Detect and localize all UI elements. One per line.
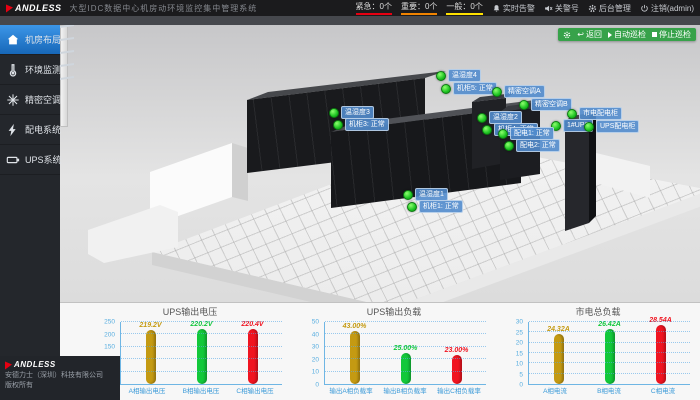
device-label[interactable]: 温湿度4	[436, 69, 481, 82]
thermometer-icon	[6, 63, 20, 77]
device-label[interactable]: 机柜1: 正常	[407, 200, 463, 213]
status-ok-dot-icon	[519, 100, 529, 110]
snowflake-icon	[6, 93, 20, 107]
sidebar-item-room-layout[interactable]: 机房布局	[0, 25, 60, 55]
sidebar-nav: 机房布局 环境监测 精密空调 配电系统 UPS系统	[0, 25, 60, 400]
device-label-text: 机柜5: 正常	[453, 82, 497, 95]
footer-logo-text: ANDLESS	[14, 360, 56, 369]
gear-icon	[588, 4, 597, 13]
status-ok-dot-icon	[477, 113, 487, 123]
page-title: 大型IDC数据中心机房动环境监控集中管理系统	[70, 3, 258, 14]
status-ok-dot-icon	[403, 190, 413, 200]
status-ok-dot-icon	[482, 125, 492, 135]
device-label-text: UPS配电柜	[596, 120, 639, 133]
company-name: 安德力士（深圳）科技有限公司	[5, 371, 116, 380]
device-label-text: 机柜3: 正常	[345, 118, 389, 131]
sidebar-item-ups-system[interactable]: UPS系统	[0, 145, 60, 175]
brand-logo: ANDLESS	[6, 3, 62, 13]
header-subbar	[0, 16, 700, 25]
footer-brand-block: ANDLESS 安德力士（深圳）科技有限公司 版权所有	[0, 356, 120, 400]
sidebar-item-power-distribution[interactable]: 配电系统	[0, 115, 60, 145]
device-label[interactable]: 市电配电柜	[567, 107, 622, 120]
device-label-text: 精密空调A	[504, 85, 545, 98]
alarm-counter-major[interactable]: 重要：0个	[401, 1, 437, 15]
bolt-icon	[6, 123, 20, 137]
device-label-text: 机柜1: 正常	[419, 200, 463, 213]
status-ok-dot-icon	[407, 202, 417, 212]
device-label-text: 精密空调B	[531, 98, 572, 111]
device-label[interactable]: UPS配电柜	[584, 120, 639, 133]
sidebar-item-precision-ac[interactable]: 精密空调	[0, 85, 60, 115]
status-ok-dot-icon	[504, 141, 514, 151]
device-label[interactable]: 机柜5: 正常	[441, 82, 497, 95]
device-label[interactable]: 配电2: 正常	[504, 139, 560, 152]
status-ok-dot-icon	[492, 87, 502, 97]
menu-mute-alarm[interactable]: 关警号	[544, 3, 579, 14]
brand-logo-icon	[6, 4, 13, 13]
device-label-text: 温湿度4	[448, 69, 481, 82]
alarm-counter-critical[interactable]: 紧急：0个	[356, 1, 392, 15]
status-ok-dot-icon	[584, 122, 594, 132]
copyright-text: 版权所有	[5, 380, 116, 390]
status-ok-dot-icon	[441, 84, 451, 94]
device-label-text: 市电配电柜	[579, 107, 622, 120]
menu-logout[interactable]: 注销(admin)	[640, 3, 694, 14]
menu-admin-console[interactable]: 后台管理	[588, 3, 631, 14]
device-label[interactable]: 精密空调A	[492, 85, 545, 98]
speaker-mute-icon	[544, 4, 553, 13]
top-header: ANDLESS 大型IDC数据中心机房动环境监控集中管理系统 紧急：0个 重要：…	[0, 0, 700, 16]
app-window: ANDLESS 大型IDC数据中心机房动环境监控集中管理系统 紧急：0个 重要：…	[0, 0, 700, 400]
device-label[interactable]: 机柜3: 正常	[333, 118, 389, 131]
brand-logo-text: ANDLESS	[15, 3, 62, 13]
status-ok-dot-icon	[498, 129, 508, 139]
status-ok-dot-icon	[567, 109, 577, 119]
alarm-counter-minor[interactable]: 一般：0个	[446, 1, 482, 15]
battery-icon	[6, 153, 20, 167]
home-icon	[6, 33, 20, 47]
status-ok-dot-icon	[436, 71, 446, 81]
sidebar-item-environment[interactable]: 环境监测	[0, 55, 60, 85]
brand-logo-icon	[5, 360, 12, 369]
device-labels-layer: 温湿度4机柜5: 正常精密空调A精密空调B温湿度3机柜3: 正常温湿度2机柜4:…	[0, 0, 700, 400]
menu-realtime-alarms[interactable]: 实时告警	[492, 3, 535, 14]
device-label[interactable]: 精密空调B	[519, 98, 572, 111]
logout-icon	[640, 4, 649, 13]
status-ok-dot-icon	[333, 120, 343, 130]
bell-icon	[492, 4, 501, 13]
status-ok-dot-icon	[329, 108, 339, 118]
device-label-text: 配电2: 正常	[516, 139, 560, 152]
